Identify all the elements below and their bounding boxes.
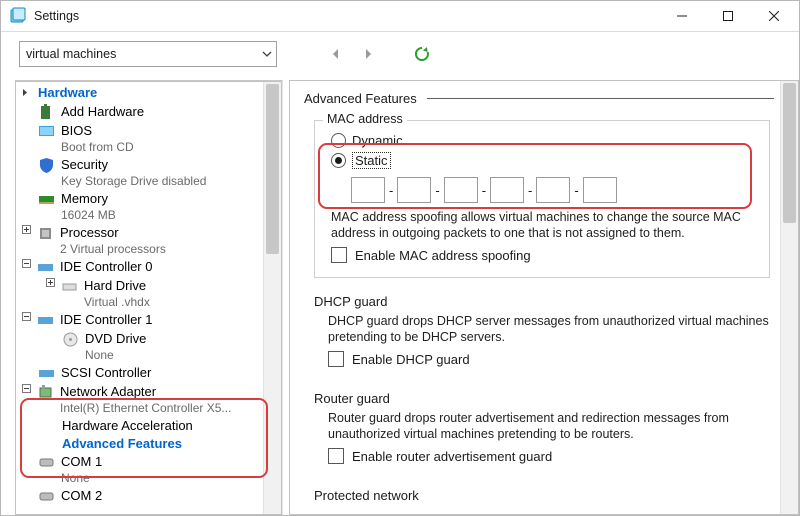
panel-title: Advanced Features — [304, 91, 417, 106]
checkbox-icon — [328, 351, 344, 367]
panel-title-row: Advanced Features — [290, 81, 798, 114]
maximize-button[interactable] — [705, 1, 751, 31]
tree-item-advanced-features[interactable]: Advanced Features — [16, 435, 281, 453]
divider — [427, 98, 774, 99]
left-pane: Hardware Add Hardware BIOSBoot from CD S… — [15, 80, 283, 515]
processor-icon — [37, 225, 54, 242]
right-pane: Advanced Features MAC address Dynamic St… — [289, 80, 799, 515]
mac-spoofing-checkbox-row[interactable]: Enable MAC address spoofing — [331, 247, 759, 263]
dvd-icon — [62, 331, 79, 348]
dhcp-guard-heading: DHCP guard — [314, 294, 770, 309]
tree-item-hard-drive[interactable]: Hard DriveVirtual .vhdx — [16, 277, 281, 311]
vm-selector-dropdown[interactable]: virtual machines — [19, 41, 277, 67]
collapse-icon[interactable] — [22, 259, 31, 268]
group-legend: MAC address — [323, 114, 407, 126]
dhcp-guard-checkbox-row[interactable]: Enable DHCP guard — [328, 351, 770, 367]
scrollbar-thumb[interactable] — [783, 83, 796, 223]
radio-dynamic[interactable]: Dynamic — [331, 133, 759, 148]
reload-button[interactable] — [411, 43, 433, 65]
protected-network-heading: Protected network — [314, 488, 770, 503]
expand-icon[interactable] — [22, 225, 31, 234]
router-guard-checkbox-row[interactable]: Enable router advertisement guard — [328, 448, 770, 464]
network-adapter-icon — [37, 384, 54, 401]
tree-item-ide1[interactable]: IDE Controller 1 — [16, 311, 281, 330]
radio-icon — [331, 133, 346, 148]
close-button[interactable] — [751, 1, 797, 31]
shield-icon — [38, 157, 55, 174]
dhcp-guard-description: DHCP guard drops DHCP server messages fr… — [328, 313, 770, 345]
radio-static[interactable]: Static — [331, 152, 759, 169]
collapse-icon[interactable] — [22, 384, 31, 393]
nav-back-button[interactable] — [325, 43, 347, 65]
mac-octet-4[interactable] — [490, 177, 524, 203]
bios-icon — [38, 123, 55, 140]
tree-item-dvd[interactable]: DVD DriveNone — [16, 330, 281, 364]
tree-section-hardware[interactable]: Hardware — [16, 82, 281, 103]
tree-item-security[interactable]: SecurityKey Storage Drive disabled — [16, 156, 281, 190]
tree-item-ide0[interactable]: IDE Controller 0 — [16, 258, 281, 277]
collapse-icon[interactable] — [22, 88, 31, 97]
tree-item-bios[interactable]: BIOSBoot from CD — [16, 122, 281, 156]
memory-icon — [38, 191, 55, 208]
right-scrollbar[interactable] — [780, 81, 798, 514]
checkbox-icon — [331, 247, 347, 263]
vm-selector-value: virtual machines — [26, 47, 116, 61]
controller-icon — [38, 365, 55, 382]
tree-item-com1[interactable]: COM 1None — [16, 453, 281, 487]
mac-octet-3[interactable] — [444, 177, 478, 203]
checkbox-icon — [328, 448, 344, 464]
expand-icon[interactable] — [46, 278, 55, 287]
tree-item-scsi[interactable]: SCSI Controller — [16, 364, 281, 383]
com-port-icon — [38, 454, 55, 471]
mac-address-group: MAC address Dynamic Static - - - - — [314, 120, 770, 278]
content-split: Hardware Add Hardware BIOSBoot from CD S… — [1, 80, 799, 515]
controller-icon — [37, 259, 54, 276]
hard-drive-icon — [61, 278, 78, 295]
router-guard-heading: Router guard — [314, 391, 770, 406]
mac-octet-5[interactable] — [536, 177, 570, 203]
toolbar: virtual machines — [1, 32, 799, 80]
radio-icon — [331, 153, 346, 168]
tree-item-com2[interactable]: COM 2 — [16, 487, 281, 506]
window-title: Settings — [34, 9, 659, 23]
collapse-icon[interactable] — [22, 312, 31, 321]
focus-indicator: Static — [352, 152, 391, 169]
scrollbar-thumb[interactable] — [266, 84, 279, 254]
mac-octet-6[interactable] — [583, 177, 617, 203]
mac-octet-2[interactable] — [397, 177, 431, 203]
com-port-icon — [38, 488, 55, 505]
router-guard-description: Router guard drops router advertisement … — [328, 410, 770, 442]
titlebar: Settings — [1, 1, 799, 32]
left-scrollbar[interactable] — [263, 82, 281, 514]
chevron-down-icon — [262, 49, 272, 59]
add-hardware-icon — [38, 104, 55, 121]
tree-item-processor[interactable]: Processor2 Virtual processors — [16, 224, 281, 258]
tree-item-hw-accel[interactable]: Hardware Acceleration — [16, 417, 281, 435]
settings-window: Settings virtual machines — [0, 0, 800, 516]
controller-icon — [37, 312, 54, 329]
tree-item-memory[interactable]: Memory16024 MB — [16, 190, 281, 224]
mac-octet-1[interactable] — [351, 177, 385, 203]
minimize-button[interactable] — [659, 1, 705, 31]
panel-scroll-area: MAC address Dynamic Static - - - - — [290, 114, 798, 514]
tree-item-network-adapter[interactable]: Network AdapterIntel(R) Ethernet Control… — [16, 383, 281, 417]
app-icon — [9, 7, 27, 25]
tree-item-add-hardware[interactable]: Add Hardware — [16, 103, 281, 122]
mac-address-input: - - - - - — [351, 177, 759, 203]
nav-forward-button[interactable] — [357, 43, 379, 65]
mac-spoofing-description: MAC address spoofing allows virtual mach… — [331, 209, 759, 241]
hardware-tree-panel: Hardware Add Hardware BIOSBoot from CD S… — [15, 81, 282, 515]
